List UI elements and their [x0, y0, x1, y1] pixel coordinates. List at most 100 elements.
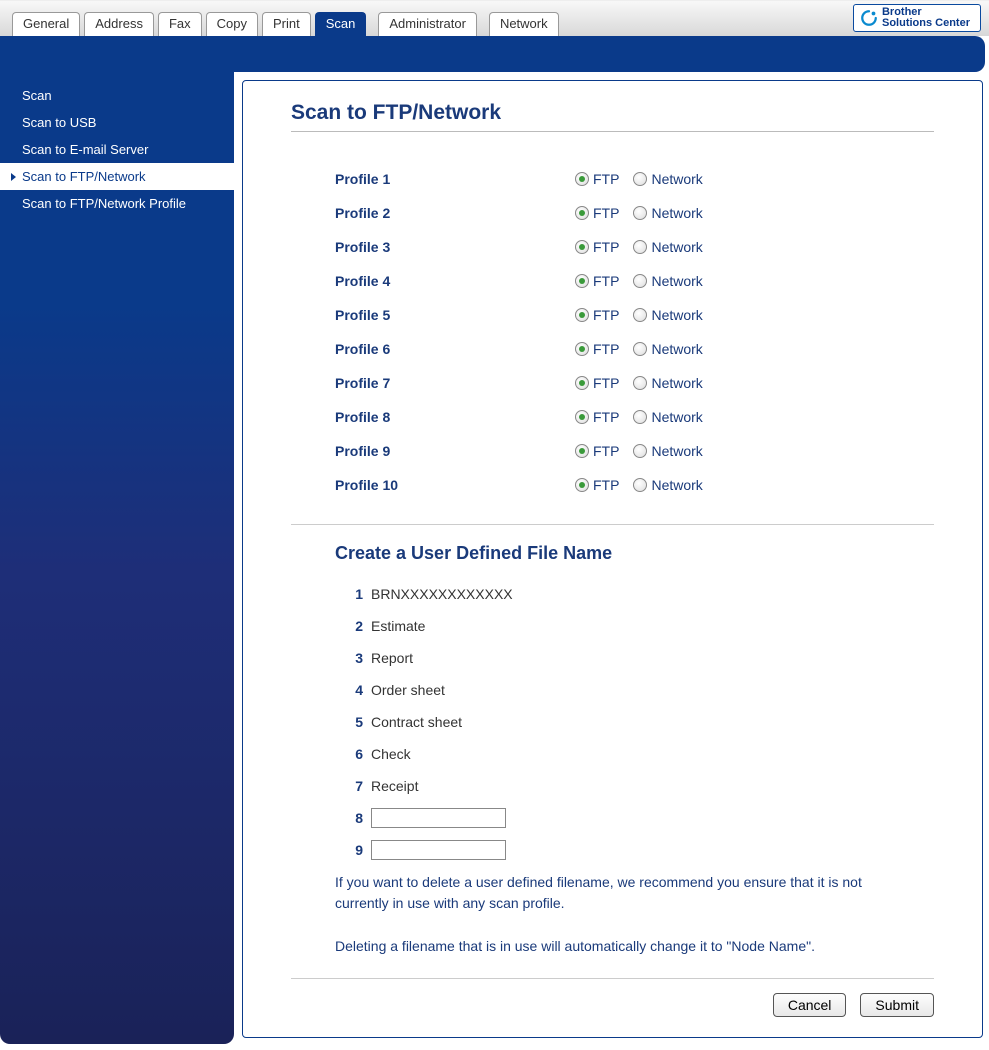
network-radio-label: Network: [651, 477, 702, 493]
sidebar-item-scan-to-ftp-network-profile[interactable]: Scan to FTP/Network Profile: [0, 190, 234, 217]
filename-value: BRNXXXXXXXXXXXX: [371, 586, 513, 602]
nodename-warning-note: Deleting a filename that is in use will …: [335, 938, 934, 954]
filenames-title: Create a User Defined File Name: [335, 543, 934, 564]
network-radio-label: Network: [651, 409, 702, 425]
top-toolbar: GeneralAddressFaxCopyPrintScan Administra…: [0, 0, 989, 36]
filename-index: 2: [339, 618, 363, 634]
filename-index: 9: [339, 842, 363, 858]
profile-ftp-radio[interactable]: [575, 240, 589, 254]
ftp-radio-label: FTP: [593, 205, 619, 221]
profile-network-radio[interactable]: [633, 478, 647, 492]
content-panel: Scan to FTP/Network Profile 1FTPNetworkP…: [242, 80, 983, 1038]
brother-solutions-center-link[interactable]: Brother Solutions Center: [853, 4, 981, 32]
filenames-list: 1 BRNXXXXXXXXXXXX 2Estimate 3 Report 4 Order s…: [339, 578, 934, 866]
profile-ftp-radio[interactable]: [575, 410, 589, 424]
filename-row: 8: [339, 802, 934, 834]
profile-network-radio[interactable]: [633, 444, 647, 458]
profile-ftp-radio[interactable]: [575, 274, 589, 288]
filename-value: Check: [371, 746, 411, 762]
ftp-radio-label: FTP: [593, 341, 619, 357]
network-radio-label: Network: [651, 443, 702, 459]
profile-ftp-radio[interactable]: [575, 206, 589, 220]
profile-network-radio[interactable]: [633, 206, 647, 220]
profile-ftp-radio[interactable]: [575, 376, 589, 390]
profile-network-radio[interactable]: [633, 342, 647, 356]
delete-warning-note: If you want to delete a user defined fil…: [335, 872, 895, 914]
filename-value: Order sheet: [371, 682, 445, 698]
profile-label: Profile 8: [335, 409, 575, 425]
profile-ftp-radio[interactable]: [575, 444, 589, 458]
filename-index: 1: [339, 586, 363, 602]
profile-ftp-radio[interactable]: [575, 342, 589, 356]
filename-index: 5: [339, 714, 363, 730]
ftp-radio-label: FTP: [593, 375, 619, 391]
profile-network-radio[interactable]: [633, 274, 647, 288]
profile-row: Profile 8FTPNetwork: [335, 400, 934, 434]
profile-label: Profile 6: [335, 341, 575, 357]
filename-index: 7: [339, 778, 363, 794]
filename-row: 7 Receipt: [339, 770, 934, 802]
profile-label: Profile 4: [335, 273, 575, 289]
page-title: Scan to FTP/Network: [291, 101, 934, 132]
profile-ftp-radio[interactable]: [575, 308, 589, 322]
network-radio-label: Network: [651, 205, 702, 221]
filename-input[interactable]: [371, 808, 506, 828]
profile-label: Profile 7: [335, 375, 575, 391]
profile-row: Profile 9 FTP Network: [335, 434, 934, 468]
filename-row: 4 Order sheet: [339, 674, 934, 706]
submit-button[interactable]: Submit: [860, 993, 934, 1017]
blue-header-bar: [0, 36, 985, 72]
sidebar: ScanScan to USBScan to E-mail ServerScan…: [0, 72, 234, 1044]
profile-row: Profile 1FTPNetwork: [335, 162, 934, 196]
filename-row: 9: [339, 834, 934, 866]
brand-line2: Solutions Center: [882, 18, 970, 29]
profile-row: Profile 6 FTP Network: [335, 332, 934, 366]
profile-network-radio[interactable]: [633, 376, 647, 390]
tab-address[interactable]: Address: [84, 12, 154, 36]
network-radio-label: Network: [651, 341, 702, 357]
filename-index: 8: [339, 810, 363, 826]
ftp-radio-label: FTP: [593, 171, 619, 187]
filename-index: 4: [339, 682, 363, 698]
cancel-button[interactable]: Cancel: [773, 993, 847, 1017]
brother-logo-icon: [860, 9, 878, 27]
profile-label: Profile 9: [335, 443, 575, 459]
profile-row: Profile 3FTPNetwork: [335, 230, 934, 264]
filename-row: 2Estimate: [339, 610, 934, 642]
filename-row: 3 Report: [339, 642, 934, 674]
filename-value: Report: [371, 650, 413, 666]
profile-ftp-radio[interactable]: [575, 478, 589, 492]
tab-copy[interactable]: Copy: [206, 12, 258, 36]
profile-row: Profile 4FTPNetwork: [335, 264, 934, 298]
divider: [291, 978, 934, 979]
tab-general[interactable]: General: [12, 12, 80, 36]
ftp-radio-label: FTP: [593, 239, 619, 255]
tab-print[interactable]: Print: [262, 12, 311, 36]
profile-network-radio[interactable]: [633, 172, 647, 186]
sidebar-item-scan-to-ftp-network[interactable]: Scan to FTP/Network: [0, 163, 234, 190]
network-radio-label: Network: [651, 375, 702, 391]
filename-value: Receipt: [371, 778, 418, 794]
profile-network-radio[interactable]: [633, 308, 647, 322]
sidebar-item-scan-to-usb[interactable]: Scan to USB: [0, 109, 234, 136]
main-tabs: GeneralAddressFaxCopyPrintScan Administra…: [12, 12, 559, 36]
network-radio-label: Network: [651, 239, 702, 255]
tab-administrator[interactable]: Administrator: [378, 12, 477, 36]
sidebar-item-scan-to-e-mail-server[interactable]: Scan to E-mail Server: [0, 136, 234, 163]
tab-network[interactable]: Network: [489, 12, 559, 36]
filename-row: 5 Contract sheet: [339, 706, 934, 738]
profile-network-radio[interactable]: [633, 410, 647, 424]
tab-scan[interactable]: Scan: [315, 12, 367, 36]
filename-value: Contract sheet: [371, 714, 462, 730]
filename-index: 3: [339, 650, 363, 666]
profile-ftp-radio[interactable]: [575, 172, 589, 186]
ftp-radio-label: FTP: [593, 477, 619, 493]
ftp-radio-label: FTP: [593, 443, 619, 459]
filename-row: 6 Check: [339, 738, 934, 770]
filename-index: 6: [339, 746, 363, 762]
filename-input[interactable]: [371, 840, 506, 860]
sidebar-item-scan[interactable]: Scan: [0, 82, 234, 109]
tab-fax[interactable]: Fax: [158, 12, 202, 36]
profile-network-radio[interactable]: [633, 240, 647, 254]
network-radio-label: Network: [651, 171, 702, 187]
